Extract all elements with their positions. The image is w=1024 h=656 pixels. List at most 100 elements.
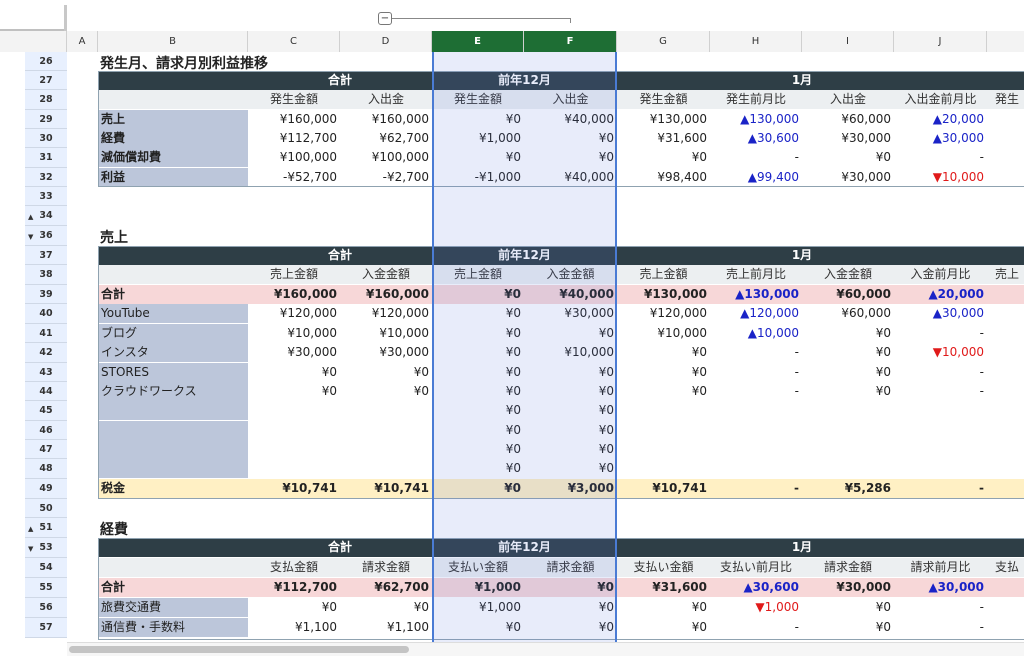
value-cell[interactable]: ¥120,000 xyxy=(617,304,710,323)
value-cell[interactable]: ▲20,000 xyxy=(894,285,987,304)
value-cell[interactable]: ¥0 xyxy=(432,343,524,362)
value-cell[interactable]: ¥0 xyxy=(248,363,340,382)
group-header-total[interactable]: 合計 xyxy=(248,246,432,265)
value-cell[interactable] xyxy=(617,401,710,420)
value-cell[interactable]: ¥98,400 xyxy=(617,168,710,187)
value-cell-next[interactable] xyxy=(987,440,1024,459)
value-cell-next[interactable] xyxy=(987,598,1024,617)
column-header-a[interactable]: A xyxy=(67,31,98,52)
row-label[interactable]: インスタ xyxy=(98,343,248,362)
value-cell[interactable] xyxy=(248,401,340,420)
row-header-30[interactable]: 30 xyxy=(25,129,67,148)
value-cell[interactable]: ¥0 xyxy=(524,578,617,597)
row-header-48[interactable]: 48 xyxy=(25,459,67,479)
value-cell[interactable]: ¥0 xyxy=(802,618,894,637)
subheader-blank[interactable] xyxy=(98,90,248,109)
subheader[interactable]: 支払 xyxy=(987,558,1024,577)
group-header-next[interactable] xyxy=(987,71,1024,90)
value-cell[interactable]: ¥0 xyxy=(432,324,524,343)
value-cell[interactable]: ▲30,000 xyxy=(894,578,987,597)
value-cell-next[interactable] xyxy=(987,479,1024,498)
collapse-up-icon[interactable]: ▲ xyxy=(28,519,33,539)
value-cell[interactable] xyxy=(802,459,894,478)
value-cell[interactable]: ¥0 xyxy=(802,148,894,167)
row-header-43[interactable]: 43 xyxy=(25,363,67,382)
value-cell[interactable]: ¥0 xyxy=(802,382,894,401)
value-cell[interactable]: ¥160,000 xyxy=(248,110,340,129)
subheader[interactable]: 入金金額 xyxy=(340,265,432,284)
subheader[interactable]: 発生前月比 xyxy=(710,90,802,109)
row-header-31[interactable]: 31 xyxy=(25,148,67,168)
value-cell[interactable]: ¥0 xyxy=(802,363,894,382)
value-cell[interactable]: - xyxy=(894,479,987,498)
value-cell[interactable]: ¥112,700 xyxy=(248,129,340,148)
row-label[interactable] xyxy=(98,421,248,440)
subheader[interactable]: 発生金額 xyxy=(432,90,524,109)
value-cell[interactable] xyxy=(894,401,987,420)
row-label[interactable]: ブログ xyxy=(98,324,248,343)
value-cell[interactable]: ¥60,000 xyxy=(802,110,894,129)
value-cell[interactable] xyxy=(248,459,340,478)
header-blank[interactable] xyxy=(98,71,248,90)
scrollbar-thumb[interactable] xyxy=(69,646,409,653)
value-cell[interactable]: ¥30,000 xyxy=(524,304,617,323)
row-label[interactable] xyxy=(98,401,248,420)
subheader[interactable]: 発生 xyxy=(987,90,1024,109)
row-header-51[interactable]: ▲ 51 xyxy=(25,518,67,538)
value-cell[interactable] xyxy=(340,459,432,478)
row-label[interactable]: クラウドワークス xyxy=(98,382,248,401)
value-cell[interactable]: ¥100,000 xyxy=(340,148,432,167)
row-header-26[interactable]: 26 xyxy=(25,52,67,71)
row-label[interactable]: 合計 xyxy=(98,578,248,597)
value-cell-next[interactable] xyxy=(987,459,1024,478)
value-cell[interactable]: ¥0 xyxy=(432,382,524,401)
subheader[interactable]: 売上 xyxy=(987,265,1024,284)
group-header-jan[interactable]: 1月 xyxy=(617,538,987,557)
value-cell[interactable]: ¥10,000 xyxy=(617,324,710,343)
value-cell[interactable]: ¥10,741 xyxy=(617,479,710,498)
value-cell[interactable] xyxy=(340,421,432,440)
value-cell-next[interactable] xyxy=(987,618,1024,637)
value-cell[interactable]: ¥0 xyxy=(524,401,617,420)
value-cell[interactable]: ¥160,000 xyxy=(340,285,432,304)
value-cell[interactable]: ¥0 xyxy=(432,440,524,459)
column-header-h[interactable]: H xyxy=(710,31,802,52)
value-cell[interactable]: - xyxy=(710,363,802,382)
value-cell[interactable]: ¥0 xyxy=(432,401,524,420)
subheader[interactable]: 売上金額 xyxy=(617,265,710,284)
value-cell[interactable]: ¥0 xyxy=(524,618,617,637)
value-cell[interactable] xyxy=(710,421,802,440)
value-cell[interactable]: ▲30,600 xyxy=(710,129,802,148)
value-cell[interactable]: ¥0 xyxy=(432,110,524,129)
value-cell[interactable]: ¥31,600 xyxy=(617,578,710,597)
row-header-46[interactable]: 46 xyxy=(25,421,67,440)
subheader[interactable]: 発生金額 xyxy=(617,90,710,109)
value-cell[interactable]: ¥0 xyxy=(248,382,340,401)
value-cell[interactable]: ¥0 xyxy=(432,421,524,440)
value-cell[interactable] xyxy=(248,440,340,459)
subheader[interactable]: 支払金額 xyxy=(248,558,340,577)
value-cell-next[interactable] xyxy=(987,129,1024,148)
value-cell[interactable] xyxy=(894,459,987,478)
row-header-49[interactable]: 49 xyxy=(25,479,67,499)
group-header-prev-dec[interactable]: 前年12月 xyxy=(432,538,617,557)
value-cell[interactable]: ¥0 xyxy=(524,148,617,167)
value-cell[interactable]: ▲99,400 xyxy=(710,168,802,187)
subheader-blank[interactable] xyxy=(98,558,248,577)
column-header-g[interactable]: G xyxy=(617,31,710,52)
subheader[interactable]: 発生金額 xyxy=(248,90,340,109)
value-cell-next[interactable] xyxy=(987,578,1024,597)
value-cell[interactable] xyxy=(802,440,894,459)
value-cell[interactable]: - xyxy=(894,148,987,167)
group-header-jan[interactable]: 1月 xyxy=(617,71,987,90)
subheader[interactable]: 請求金額 xyxy=(802,558,894,577)
value-cell[interactable]: ¥0 xyxy=(432,148,524,167)
value-cell[interactable]: ¥30,000 xyxy=(802,129,894,148)
column-header-f[interactable]: F xyxy=(524,31,617,52)
value-cell[interactable]: ¥0 xyxy=(524,440,617,459)
row-header-29[interactable]: 29 xyxy=(25,110,67,129)
value-cell[interactable]: ¥160,000 xyxy=(248,285,340,304)
column-header-b[interactable]: B xyxy=(98,31,248,52)
value-cell-next[interactable] xyxy=(987,168,1024,187)
row-label[interactable]: 減価償却費 xyxy=(98,148,248,167)
